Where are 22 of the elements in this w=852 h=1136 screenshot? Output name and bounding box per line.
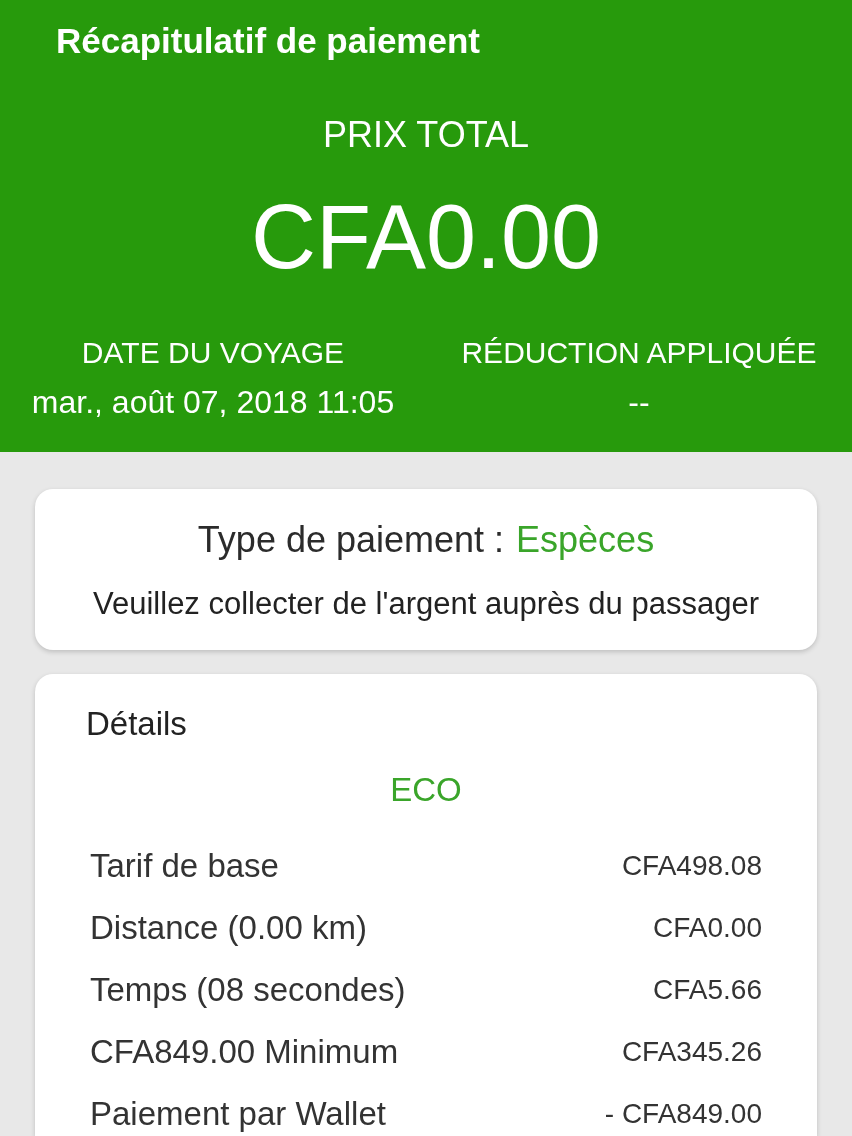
info-label: RÉDUCTION APPLIQUÉE [460,335,818,371]
fare-amount: CFA345.26 [621,1035,762,1069]
fare-amount: - CFA849.00 [604,1097,762,1131]
info-value: -- [627,383,651,421]
info-value: mar., août 07, 2018 11:05 [30,383,396,421]
fare-label: Paiement par Wallet [90,1094,386,1134]
total-price-label: PRIX TOTAL [321,115,531,155]
payment-type-value: Espèces [516,519,655,561]
vehicle-category: ECO [389,770,463,810]
fare-label: Tarif de base [90,846,279,886]
fare-amount: CFA0.00 [653,911,762,945]
details-title: Détails [86,706,188,742]
fare-label: Distance (0.00 km) [90,908,367,948]
fare-amount: CFA498.08 [621,849,762,883]
info-label: DATE DU VOYAGE [80,335,346,371]
fare-amount: CFA5.66 [653,973,762,1007]
payment-type-label: Type de paiement : [197,519,505,561]
fare-label: Temps (08 secondes) [90,970,406,1010]
total-price-amount: CFA0.00 [249,187,603,287]
payment-note: Veuillez collecter de l'argent auprès du passager [92,585,760,623]
screen-title: Récapitulatif de paiement [55,22,481,59]
fare-label: CFA849.00 Minimum [90,1032,399,1072]
